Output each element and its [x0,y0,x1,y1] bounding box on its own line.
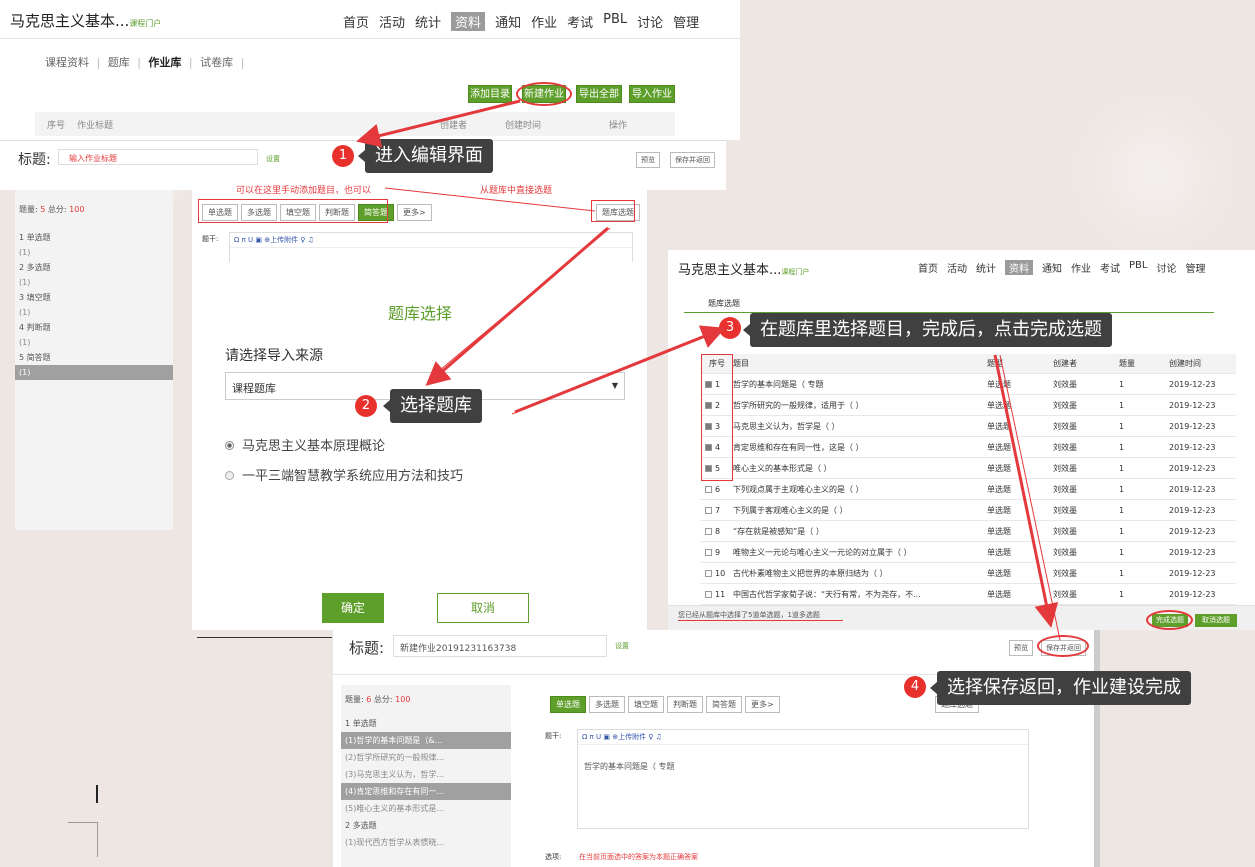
guide-line-d [999,354,1061,641]
guide-line-a [384,187,596,212]
arrows-overlay [356,99,1061,641]
arrow-step-1 [356,99,521,148]
guide-line-c [511,332,716,415]
arrow-step-3 [514,325,726,414]
arrow-step-4 [993,354,1059,628]
arrow-step-2 [425,226,609,386]
